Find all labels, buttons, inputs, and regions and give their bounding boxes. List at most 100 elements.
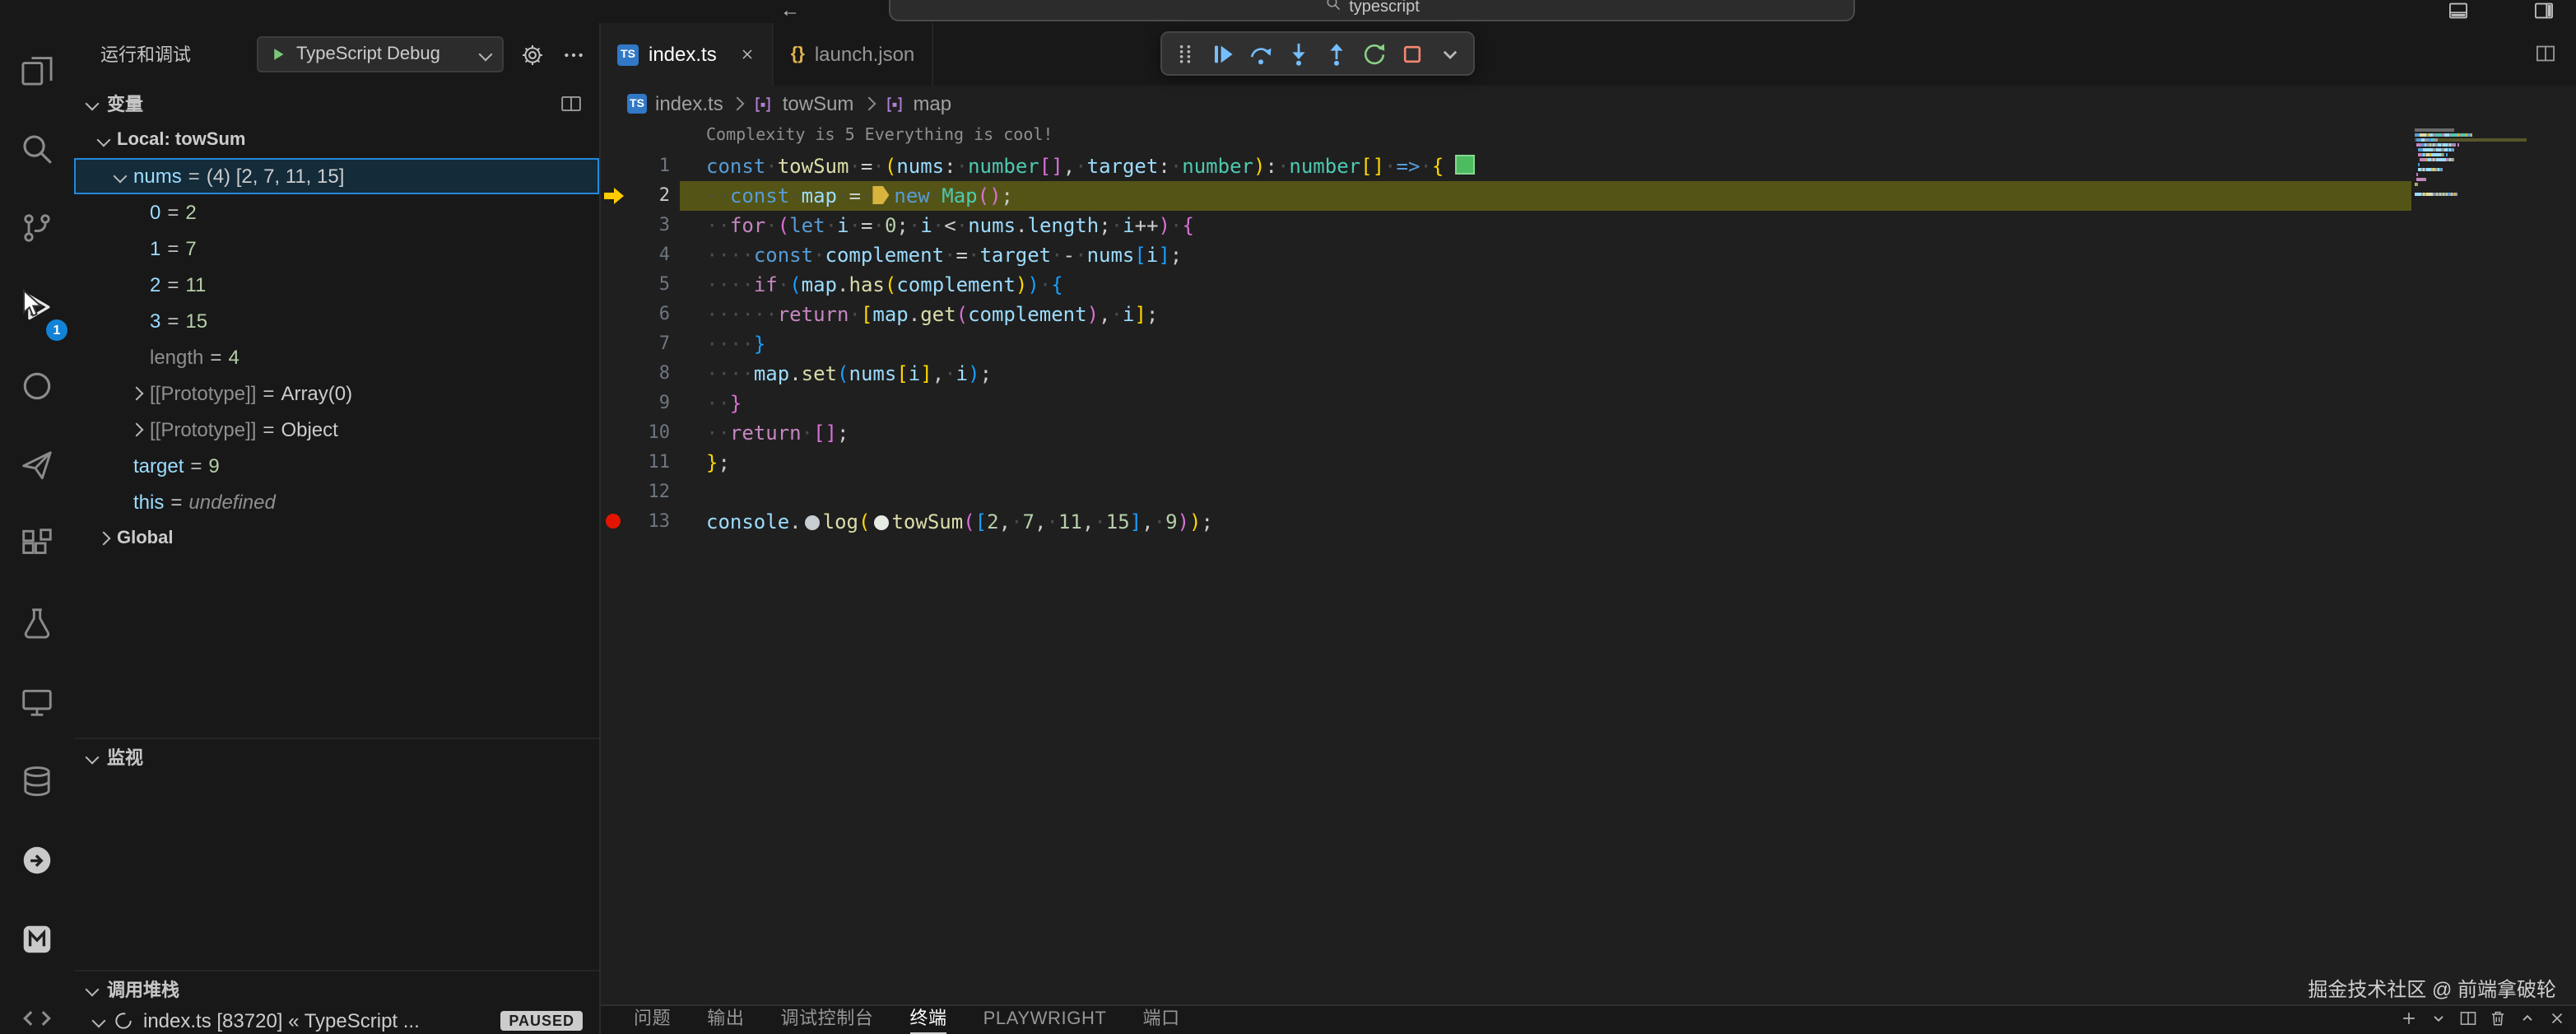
variable-row[interactable]: [[Prototype]]=Array(0) xyxy=(74,375,599,412)
panes-icon[interactable] xyxy=(560,92,583,115)
start-debug-icon[interactable] xyxy=(270,46,286,63)
variable-row[interactable]: length=4 xyxy=(74,339,599,375)
activity-item-code[interactable] xyxy=(0,978,74,1034)
variable-row[interactable]: this=undefined xyxy=(74,484,599,520)
breakpoint-icon[interactable] xyxy=(606,514,621,529)
chevron-down-icon[interactable] xyxy=(2430,1009,2448,1027)
code-lens[interactable]: Complexity is 5 Everything is cool! xyxy=(680,122,2576,151)
panel-tab-端口[interactable]: 端口 xyxy=(1143,1007,1180,1033)
line-number[interactable]: 6 xyxy=(627,300,680,329)
back-arrow-icon[interactable]: ← xyxy=(780,0,800,21)
line-number[interactable]: 10 xyxy=(627,418,680,448)
callstack-section-header[interactable]: 调用堆栈 xyxy=(74,970,599,1008)
panel-tab-终端[interactable]: 终端 xyxy=(909,1007,946,1033)
callstack-frame[interactable]: index.ts [83720] « TypeScript ... PAUSED xyxy=(74,1008,599,1034)
step-over-button[interactable] xyxy=(1243,35,1279,72)
activity-item-database[interactable] xyxy=(0,741,74,820)
split-icon[interactable] xyxy=(2459,1009,2477,1027)
chevron-down-button[interactable] xyxy=(1432,35,1468,72)
code-line-5[interactable]: 5····if·(map.has(complement))·{ xyxy=(601,270,2576,300)
variable-row[interactable]: Global xyxy=(74,520,599,557)
variable-row[interactable]: 0=2 xyxy=(74,194,599,231)
close-icon[interactable] xyxy=(2548,1009,2566,1027)
gutter-glyph[interactable] xyxy=(601,181,627,211)
chevron-up-icon[interactable] xyxy=(2518,1009,2536,1027)
breadcrumb-item-towSum[interactable]: towSum xyxy=(753,92,854,115)
code-line-4[interactable]: 4····const·complement·=·target·-·nums[i]… xyxy=(601,240,2576,270)
tab-launch.json[interactable]: {}launch.json xyxy=(774,23,933,86)
gutter-glyph[interactable] xyxy=(601,448,627,477)
gutter-glyph[interactable] xyxy=(601,507,627,537)
gutter-glyph[interactable] xyxy=(601,151,627,181)
code-line-6[interactable]: 6······return·[map.get(complement),·i]; xyxy=(601,300,2576,329)
trash-icon[interactable] xyxy=(2489,1009,2507,1027)
gutter-glyph[interactable] xyxy=(601,211,627,240)
variable-row[interactable]: 1=7 xyxy=(74,231,599,267)
code-line-1[interactable]: 1const·towSum·=·(nums:·number[],·target:… xyxy=(601,151,2576,181)
line-number[interactable]: 13 xyxy=(627,507,680,537)
breadcrumb-item-map[interactable]: map xyxy=(883,92,951,115)
code-line-10[interactable]: 10··return·[]; xyxy=(601,418,2576,448)
gutter-glyph[interactable] xyxy=(601,359,627,389)
line-number[interactable]: 12 xyxy=(627,477,680,507)
add-icon[interactable] xyxy=(2400,1009,2418,1027)
activity-item-sync[interactable] xyxy=(0,820,74,899)
breadcrumb[interactable]: TSindex.ts towSum map xyxy=(601,86,2576,122)
twisty[interactable] xyxy=(123,425,150,435)
panel-tab-问题[interactable]: 问题 xyxy=(634,1007,671,1033)
debug-config-dropdown[interactable]: TypeScript Debug xyxy=(257,36,504,72)
activity-item-explorer[interactable] xyxy=(0,30,74,109)
step-out-button[interactable] xyxy=(1318,35,1355,72)
activity-item-testing[interactable] xyxy=(0,583,74,662)
gutter-glyph[interactable] xyxy=(601,477,627,507)
panel-tab-调试控制台[interactable]: 调试控制台 xyxy=(780,1007,873,1033)
twisty[interactable] xyxy=(91,135,117,145)
variable-row[interactable]: 2=11 xyxy=(74,267,599,303)
code-line-2[interactable]: 2··const·map·=·new·Map(); xyxy=(601,181,2576,211)
more-actions-icon[interactable] xyxy=(561,42,586,67)
close-icon[interactable] xyxy=(740,46,756,63)
line-number[interactable]: 7 xyxy=(627,329,680,359)
gear-icon[interactable] xyxy=(520,42,545,67)
line-number[interactable]: 1 xyxy=(627,151,680,181)
code-line-11[interactable]: 11}; xyxy=(601,448,2576,477)
variable-row[interactable]: 3=15 xyxy=(74,303,599,339)
breadcrumb-item-index.ts[interactable]: TSindex.ts xyxy=(627,92,723,115)
line-number[interactable]: 2 xyxy=(627,181,680,211)
twisty[interactable] xyxy=(91,533,117,543)
twisty[interactable] xyxy=(107,171,133,181)
tab-index.ts[interactable]: TSindex.ts xyxy=(601,23,774,86)
step-into-button[interactable] xyxy=(1281,35,1317,72)
line-number[interactable]: 3 xyxy=(627,211,680,240)
code-line-12[interactable]: 12 xyxy=(601,477,2576,507)
activity-item-share[interactable] xyxy=(0,425,74,504)
line-number[interactable]: 4 xyxy=(627,240,680,270)
command-center[interactable]: typescript xyxy=(889,0,1855,21)
variable-row[interactable]: Local: towSum xyxy=(74,122,599,158)
activity-item-m-logo[interactable] xyxy=(0,899,74,978)
code-line-9[interactable]: 9··} xyxy=(601,389,2576,418)
panel-tab-输出[interactable]: 输出 xyxy=(707,1007,744,1033)
split-editor-icon[interactable] xyxy=(2535,43,2556,72)
minimap[interactable] xyxy=(2411,125,2576,1004)
stop-button[interactable] xyxy=(1394,35,1430,72)
code-line-13[interactable]: 13console.log(towSum([2,·7,·11,·15],·9))… xyxy=(601,507,2576,537)
variables-section-header[interactable]: 变量 xyxy=(74,86,599,122)
activity-item-monitor[interactable] xyxy=(0,662,74,741)
code-line-3[interactable]: 3··for·(let·i·=·0;·i·<·nums.length;·i++)… xyxy=(601,211,2576,240)
variable-row[interactable]: nums=(4) [2, 7, 11, 15] xyxy=(74,158,599,194)
gutter-glyph[interactable] xyxy=(601,300,627,329)
gutter-glyph[interactable] xyxy=(601,389,627,418)
gutter-glyph[interactable] xyxy=(601,418,627,448)
twisty[interactable] xyxy=(123,389,150,398)
activity-item-source-control[interactable] xyxy=(0,188,74,267)
gutter-glyph[interactable] xyxy=(601,270,627,300)
activity-item-search[interactable] xyxy=(0,109,74,188)
activity-item-extensions[interactable] xyxy=(0,504,74,583)
variable-row[interactable]: [[Prototype]]=Object xyxy=(74,412,599,448)
line-number[interactable]: 5 xyxy=(627,270,680,300)
panel-tab-PLAYWRIGHT[interactable]: PLAYWRIGHT xyxy=(983,1007,1107,1033)
restart-button[interactable] xyxy=(1356,35,1393,72)
activity-item-remote[interactable] xyxy=(0,346,74,425)
watch-section-header[interactable]: 监视 xyxy=(74,738,599,776)
